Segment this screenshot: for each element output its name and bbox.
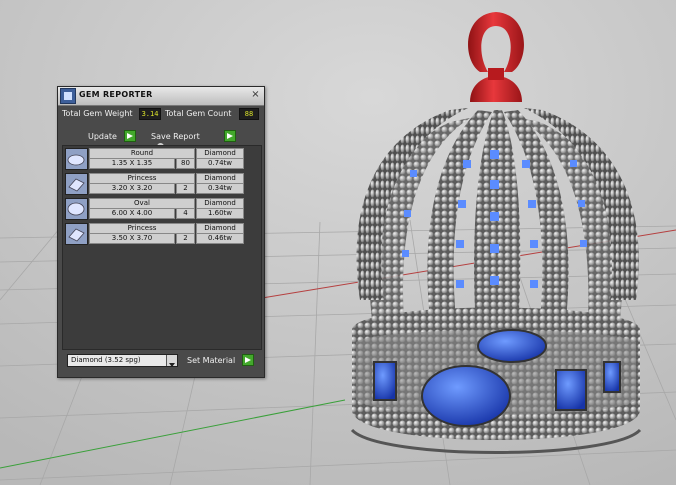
oval-gem-icon xyxy=(65,198,88,220)
total-count-label: Total Gem Count xyxy=(165,109,232,118)
round-gem-icon xyxy=(65,148,88,170)
update-button[interactable] xyxy=(124,130,136,142)
gem-count: 2 xyxy=(176,233,195,244)
gem-list: Round Diamond 1.35 X 1.35 80 0.74tw Prin… xyxy=(62,145,262,350)
gem-weight: 0.46tw xyxy=(196,233,244,244)
play-icon xyxy=(227,133,233,139)
gem-row[interactable]: Oval Diamond 6.00 X 4.00 4 1.60tw xyxy=(65,198,245,220)
chevron-down-icon xyxy=(166,355,177,367)
gem-list-scrollbar[interactable] xyxy=(251,148,258,345)
gem-count: 80 xyxy=(176,158,195,169)
close-icon[interactable]: × xyxy=(250,90,261,101)
set-material-button[interactable] xyxy=(242,354,254,366)
panel-titlebar[interactable]: GEM REPORTER × xyxy=(58,87,264,106)
gem-size: 6.00 X 4.00 xyxy=(89,208,175,219)
gem-weight: 0.34tw xyxy=(196,183,244,194)
gem-weight: 1.60tw xyxy=(196,208,244,219)
play-icon xyxy=(245,357,251,363)
gem-size: 1.35 X 1.35 xyxy=(89,158,175,169)
gem-row[interactable]: Round Diamond 1.35 X 1.35 80 0.74tw xyxy=(65,148,245,170)
update-label: Update xyxy=(88,132,117,141)
gem-row[interactable]: Princess Diamond 3.50 X 3.70 2 0.46tw xyxy=(65,223,245,245)
3d-viewport[interactable]: GEM REPORTER × Total Gem Weight 3.14 Tot… xyxy=(0,0,676,485)
total-weight-value: 3.14 xyxy=(139,108,161,120)
gem-size: 3.50 X 3.70 xyxy=(89,233,175,244)
gem-reporter-panel: GEM REPORTER × Total Gem Weight 3.14 Tot… xyxy=(57,86,265,378)
material-dropdown[interactable]: Diamond (3.52 spg) xyxy=(67,354,178,367)
set-material-label: Set Material xyxy=(187,356,236,365)
gem-count: 2 xyxy=(176,183,195,194)
material-bar: Diamond (3.52 spg) Set Material xyxy=(62,352,260,372)
app-logo-icon xyxy=(60,88,76,104)
save-report-label: Save Report xyxy=(151,132,200,141)
princess-gem-icon xyxy=(65,223,88,245)
gem-count: 4 xyxy=(176,208,195,219)
side-princess-stone xyxy=(373,361,397,401)
save-report-button[interactable] xyxy=(224,130,236,142)
princess-gem-icon xyxy=(65,173,88,195)
play-icon xyxy=(127,133,133,139)
material-value: Diamond (3.52 spg) xyxy=(71,356,141,364)
gem-weight: 0.74tw xyxy=(196,158,244,169)
gem-size: 3.20 X 3.20 xyxy=(89,183,175,194)
total-count-value: 88 xyxy=(239,108,259,120)
panel-title: GEM REPORTER xyxy=(79,90,153,99)
gem-row[interactable]: Princess Diamond 3.20 X 3.20 2 0.34tw xyxy=(65,173,245,195)
total-weight-label: Total Gem Weight xyxy=(62,109,133,118)
center-oval-stone xyxy=(421,365,511,427)
